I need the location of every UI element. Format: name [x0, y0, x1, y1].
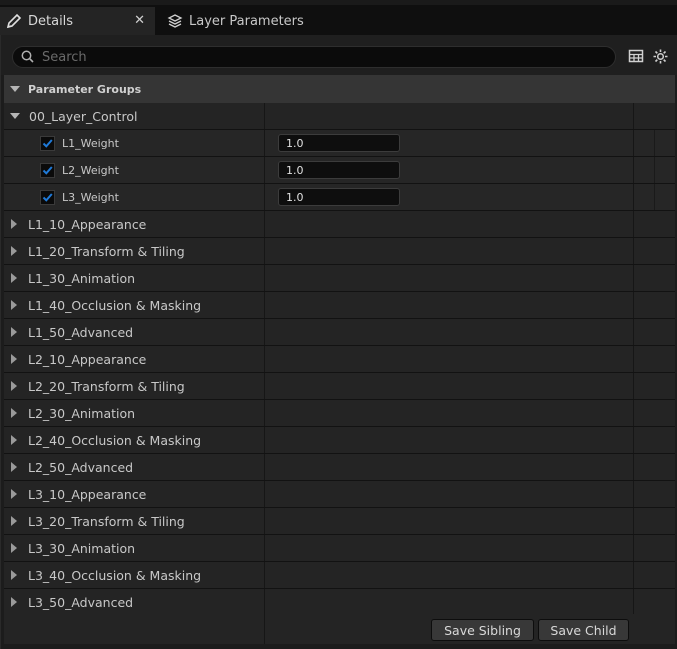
group-row[interactable]: L3_50_Advanced: [4, 589, 675, 616]
expand-arrow-icon[interactable]: [11, 408, 17, 418]
collapse-arrow-icon[interactable]: [10, 86, 20, 92]
close-icon[interactable]: ✕: [134, 13, 145, 28]
expand-arrow-icon[interactable]: [11, 300, 17, 310]
group-label: L3_40_Occlusion & Masking: [28, 567, 202, 583]
l1-weight-input[interactable]: [278, 134, 400, 152]
expand-arrow-icon[interactable]: [11, 273, 17, 283]
group-row-layer-control[interactable]: 00_Layer_Control: [4, 103, 675, 130]
gear-icon[interactable]: [652, 48, 669, 65]
group-label: L1_30_Animation: [28, 270, 136, 286]
group-row[interactable]: L1_40_Occlusion & Masking: [4, 292, 675, 319]
expand-arrow-icon[interactable]: [11, 327, 17, 337]
footer-bar: Save Sibling Save Child: [4, 614, 675, 644]
group-row[interactable]: L1_30_Animation: [4, 265, 675, 292]
group-label: L3_30_Animation: [28, 540, 136, 556]
checkbox-l3-weight[interactable]: [40, 189, 55, 205]
expand-arrow-icon[interactable]: [10, 113, 20, 119]
param-label: L3_Weight: [62, 190, 119, 204]
l3-weight-input[interactable]: [278, 188, 400, 206]
expand-arrow-icon[interactable]: [11, 354, 17, 364]
details-panel: Parameter Groups 00_Layer_Control L1_Wei…: [0, 35, 677, 649]
group-row[interactable]: L1_20_Transform & Tiling: [4, 238, 675, 265]
tab-layer-parameters-label: Layer Parameters: [189, 13, 304, 29]
group-row[interactable]: L2_20_Transform & Tiling: [4, 373, 675, 400]
tab-details[interactable]: Details ✕: [0, 7, 155, 35]
checkbox-l2-weight[interactable]: [40, 162, 55, 178]
group-row[interactable]: L3_10_Appearance: [4, 481, 675, 508]
param-label: L1_Weight: [62, 136, 119, 150]
group-label: L3_50_Advanced: [28, 594, 134, 610]
param-row-l1-weight: L1_Weight: [4, 130, 675, 157]
group-label: L3_10_Appearance: [28, 486, 147, 502]
group-label: L2_30_Animation: [28, 405, 136, 421]
group-label: L1_50_Advanced: [28, 324, 134, 340]
expand-arrow-icon[interactable]: [11, 570, 17, 580]
expand-arrow-icon[interactable]: [11, 489, 17, 499]
group-label: L1_40_Occlusion & Masking: [28, 297, 202, 313]
search-row: [1, 35, 677, 75]
param-label: L2_Weight: [62, 163, 119, 177]
group-row[interactable]: L3_40_Occlusion & Masking: [4, 562, 675, 589]
group-label: L1_20_Transform & Tiling: [28, 243, 185, 259]
group-row[interactable]: L3_30_Animation: [4, 535, 675, 562]
tab-layer-parameters[interactable]: Layer Parameters: [161, 7, 321, 35]
save-sibling-button[interactable]: Save Sibling: [431, 619, 534, 641]
group-row[interactable]: L2_40_Occlusion & Masking: [4, 427, 675, 454]
pencil-icon: [6, 13, 22, 29]
group-label: L2_20_Transform & Tiling: [28, 378, 185, 394]
group-label: L2_40_Occlusion & Masking: [28, 432, 202, 448]
group-label: L2_10_Appearance: [28, 351, 147, 367]
expand-arrow-icon[interactable]: [11, 543, 17, 553]
expand-arrow-icon[interactable]: [11, 435, 17, 445]
layers-icon: [167, 13, 183, 29]
search-input[interactable]: [40, 48, 584, 66]
parameter-groups-label: Parameter Groups: [28, 82, 142, 96]
group-label: L1_10_Appearance: [28, 216, 147, 232]
param-row-l2-weight: L2_Weight: [4, 157, 675, 184]
tab-bar-strip: [0, 0, 677, 5]
l2-weight-input[interactable]: [278, 161, 400, 179]
parameter-groups-header[interactable]: Parameter Groups: [4, 75, 675, 103]
group-row[interactable]: L1_50_Advanced: [4, 319, 675, 346]
param-row-l3-weight: L3_Weight: [4, 184, 675, 211]
group-row[interactable]: L2_10_Appearance: [4, 346, 675, 373]
group-row[interactable]: L2_50_Advanced: [4, 454, 675, 481]
tab-bar: Details ✕ Layer Parameters: [0, 0, 677, 35]
expand-arrow-icon[interactable]: [11, 597, 17, 607]
expand-arrow-icon[interactable]: [11, 462, 17, 472]
search-icon: [21, 48, 34, 67]
table-icon[interactable]: [628, 48, 645, 65]
group-row[interactable]: L2_30_Animation: [4, 400, 675, 427]
expand-arrow-icon[interactable]: [11, 219, 17, 229]
save-child-button[interactable]: Save Child: [538, 619, 629, 641]
checkbox-l1-weight[interactable]: [40, 135, 55, 151]
expand-arrow-icon[interactable]: [11, 246, 17, 256]
parameter-rows: 00_Layer_Control L1_Weight L2_Weight: [4, 103, 675, 616]
group-label: L3_20_Transform & Tiling: [28, 513, 185, 529]
group-row[interactable]: L3_20_Transform & Tiling: [4, 508, 675, 535]
group-label: L2_50_Advanced: [28, 459, 134, 475]
group-row[interactable]: L1_10_Appearance: [4, 211, 675, 238]
expand-arrow-icon[interactable]: [11, 381, 17, 391]
expand-arrow-icon[interactable]: [11, 516, 17, 526]
tab-details-label: Details: [28, 13, 74, 29]
search-box[interactable]: [12, 46, 616, 68]
group-label: 00_Layer_Control: [29, 108, 138, 124]
